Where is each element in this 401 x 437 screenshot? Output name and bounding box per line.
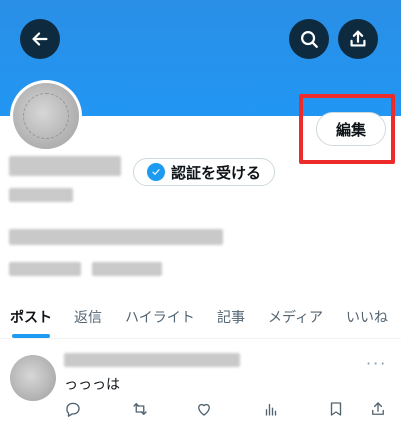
verified-badge-icon — [146, 163, 165, 181]
arrow-left-icon — [32, 32, 48, 46]
followers-count-redacted — [92, 262, 162, 276]
get-verified-label: 認証を受ける — [170, 163, 261, 182]
avatar-image — [13, 83, 79, 149]
repost-icon[interactable] — [129, 398, 151, 420]
back-button[interactable] — [20, 19, 60, 59]
tab-media[interactable]: メディア — [268, 296, 323, 338]
tabs-divider — [0, 338, 401, 339]
share-icon[interactable] — [367, 398, 389, 420]
post-text: っっっは — [64, 377, 120, 393]
get-verified-button[interactable]: 認証を受ける — [133, 158, 275, 186]
tab-posts[interactable]: ポスト — [10, 296, 52, 338]
bookmark-icon[interactable] — [325, 398, 347, 420]
following-count-redacted — [9, 262, 81, 276]
tab-likes[interactable]: いいね — [346, 296, 388, 338]
edit-profile-button[interactable]: 編集 — [316, 112, 386, 146]
display-name-redacted — [9, 156, 121, 176]
handle-redacted — [9, 188, 73, 202]
like-icon[interactable] — [193, 398, 215, 420]
post-actions — [0, 398, 401, 426]
tab-articles[interactable]: 記事 — [217, 296, 245, 338]
views-icon[interactable] — [260, 398, 282, 420]
post-avatar[interactable] — [10, 355, 56, 401]
search-button[interactable] — [289, 19, 329, 59]
share-upload-icon — [350, 30, 366, 47]
profile-tabs: ポスト 返信 ハイライト 記事 メディア いいね — [0, 296, 401, 338]
tab-highlights[interactable]: ハイライト — [125, 296, 195, 338]
more-options-icon[interactable]: ··· — [366, 354, 387, 373]
post-author-redacted — [64, 353, 240, 367]
share-button[interactable] — [338, 19, 378, 59]
bio-redacted — [9, 229, 223, 245]
search-icon — [301, 31, 318, 48]
profile-avatar[interactable] — [10, 80, 82, 152]
reply-icon[interactable] — [62, 398, 84, 420]
tab-replies[interactable]: 返信 — [74, 296, 102, 338]
